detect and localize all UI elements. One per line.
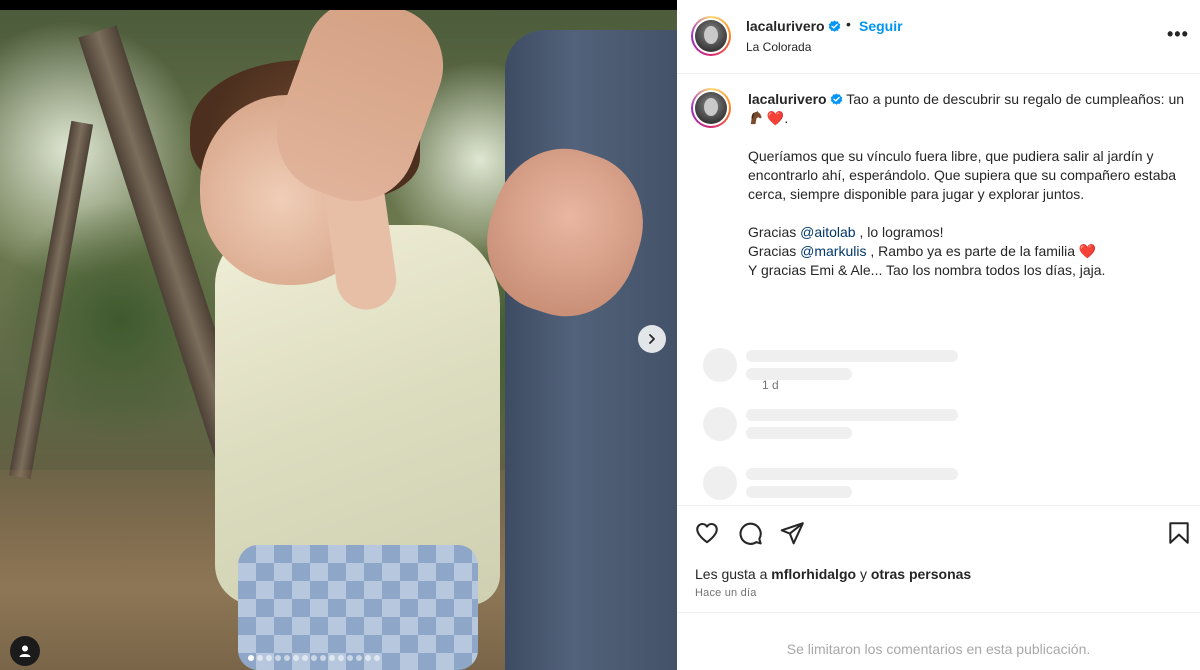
author-avatar[interactable] <box>691 16 731 56</box>
carousel-dot <box>311 655 317 661</box>
media-top-bar <box>0 0 677 10</box>
carousel-dot <box>257 655 263 661</box>
share-button[interactable] <box>779 520 805 546</box>
caption-paragraph: Queríamos que su vínculo fuera libre, qu… <box>748 148 1177 202</box>
carousel-dot <box>275 655 281 661</box>
avatar-image <box>695 92 727 124</box>
heart-icon <box>696 522 718 544</box>
send-icon <box>780 522 804 545</box>
child-shorts <box>238 545 478 670</box>
user-tag-icon <box>19 645 31 657</box>
horse-emoji-icon <box>750 111 762 125</box>
chevron-right-icon <box>649 334 655 344</box>
thanks-suffix: , lo logramos! <box>859 224 944 240</box>
post-side-panel: lacalurivero • Seguir La Colorada ••• la… <box>677 0 1200 670</box>
carousel-dot <box>374 655 380 661</box>
carousel-dot <box>365 655 371 661</box>
actions-divider <box>677 505 1200 506</box>
carousel-dot <box>338 655 344 661</box>
save-button[interactable] <box>1166 520 1192 546</box>
other-likers-link[interactable]: otras personas <box>871 566 971 582</box>
carousel-indicator <box>248 655 380 661</box>
carousel-dot <box>284 655 290 661</box>
likes-summary: Les gusta a mflorhidalgo y otras persona… <box>695 566 972 582</box>
thanks-prefix: Gracias <box>748 243 797 259</box>
heart-emoji-icon: ❤️ <box>766 110 785 126</box>
post-media[interactable] <box>0 0 677 670</box>
comment-button[interactable] <box>737 520 763 546</box>
thanks-line: Y gracias Emi & Ale... Tao los nombra to… <box>748 262 1106 278</box>
carousel-dot <box>329 655 335 661</box>
carousel-dot <box>293 655 299 661</box>
post-header: lacalurivero • Seguir La Colorada ••• <box>677 0 1200 74</box>
more-options-icon[interactable]: ••• <box>1167 24 1189 45</box>
header-separator: • <box>846 16 851 32</box>
tagged-users-button[interactable] <box>10 636 40 666</box>
carousel-dot <box>347 655 353 661</box>
like-button[interactable] <box>694 520 720 546</box>
carousel-dot <box>266 655 272 661</box>
carousel-dot <box>320 655 326 661</box>
mention-link[interactable]: @markulis <box>800 243 866 259</box>
comment-icon <box>739 522 762 545</box>
thanks-suffix: , Rambo ya es parte de la familia <box>870 243 1076 259</box>
follow-button[interactable]: Seguir <box>859 18 903 34</box>
carousel-dot <box>302 655 308 661</box>
author-username[interactable]: lacalurivero <box>746 18 841 34</box>
post-date[interactable]: Hace un día <box>695 587 757 599</box>
caption-username[interactable]: lacalurivero <box>748 91 827 107</box>
caption-thanks: Gracias @aitolab , lo logramos! Gracias … <box>748 223 1188 280</box>
bookmark-icon <box>1169 522 1189 544</box>
heart-emoji-icon: ❤️ <box>1078 243 1097 259</box>
caption-author-avatar[interactable] <box>691 88 731 128</box>
caption-text: lacalurivero Tao a punto de descubrir su… <box>748 90 1188 280</box>
next-slide-button[interactable] <box>638 325 666 353</box>
thanks-prefix: Gracias <box>748 224 797 240</box>
verified-badge-icon <box>830 93 842 105</box>
caption-line1-end: . <box>784 110 789 126</box>
carousel-dot <box>248 655 254 661</box>
caption-line1: Tao a punto de descubrir su regalo de cu… <box>846 91 1185 107</box>
liker-username[interactable]: mflorhidalgo <box>771 566 856 582</box>
comments-limited-notice: Se limitaron los comentarios en esta pub… <box>786 641 1091 657</box>
avatar-image <box>695 20 727 52</box>
mention-link[interactable]: @aitolab <box>800 224 855 240</box>
caption-age[interactable]: 1 d <box>762 378 779 392</box>
comments-footer: Se limitaron los comentarios en esta pub… <box>677 612 1200 670</box>
carousel-dot <box>356 655 362 661</box>
location-link[interactable]: La Colorada <box>746 40 811 54</box>
verified-badge-icon <box>828 20 840 32</box>
